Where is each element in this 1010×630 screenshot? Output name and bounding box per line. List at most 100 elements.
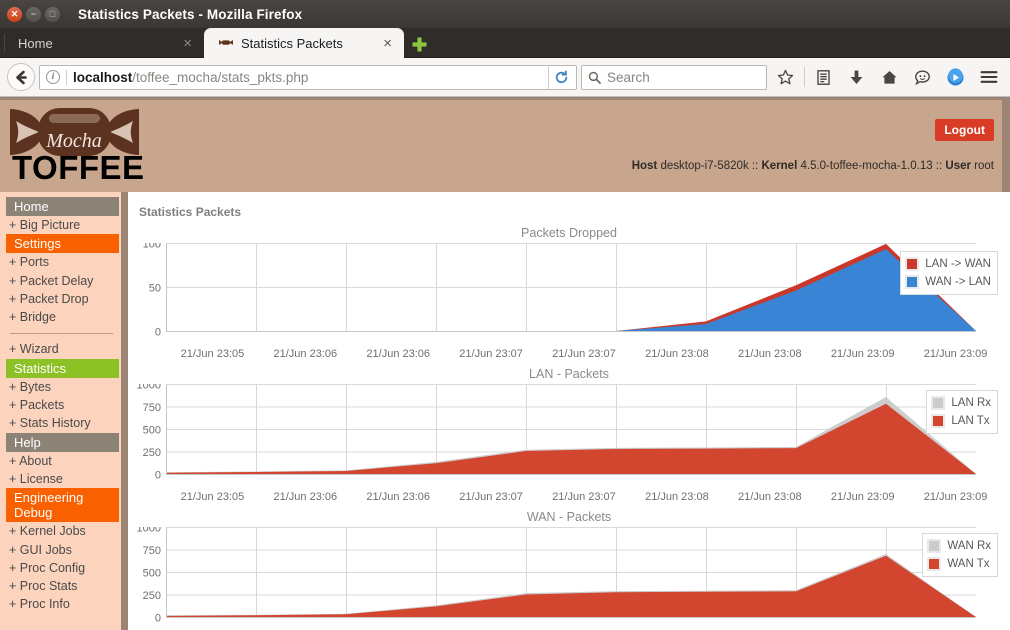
new-tab-button[interactable] <box>404 30 434 58</box>
tab-home[interactable]: Home × <box>4 28 204 58</box>
sidebar-item-proc-config[interactable]: + Proc Config <box>0 559 121 577</box>
window-titlebar: ✕ − □ Statistics Packets - Mozilla Firef… <box>0 0 1010 28</box>
host-info-line: Host desktop-i7-5820k :: Kernel 4.5.0-to… <box>632 160 994 172</box>
sidebar-item-proc-info[interactable]: + Proc Info <box>0 595 121 613</box>
window-maximize-icon[interactable]: □ <box>45 6 60 22</box>
logout-button[interactable]: Logout <box>935 119 994 141</box>
x-tick-label: 21/Jun 23:07 <box>552 348 616 360</box>
svg-text:0: 0 <box>155 613 161 625</box>
legend-entry[interactable]: WAN Rx <box>927 537 991 555</box>
search-icon <box>588 71 601 84</box>
svg-text:750: 750 <box>143 402 161 414</box>
page-body: Home + Big Picture Settings + Ports + Packet… <box>0 192 1010 630</box>
tab-label: Statistics Packets <box>241 35 343 51</box>
search-bar[interactable]: Search <box>581 64 767 90</box>
window-minimize-icon[interactable]: − <box>26 6 41 22</box>
chart-lan-packets: LAN - Packets 0 250 500 750 1000 21/Jun 23:05 2… <box>136 367 1002 503</box>
charts-container: Packets Dropped 0 50 100 21/Jun 23:05 21/Jun … <box>136 226 1002 630</box>
menu-icon[interactable] <box>974 63 1003 91</box>
downloads-icon[interactable] <box>842 63 871 91</box>
back-button-icon[interactable] <box>7 63 35 91</box>
chart-legend: LAN Rx LAN Tx <box>926 390 998 434</box>
sidebar-item-license[interactable]: + License <box>0 470 121 488</box>
x-tick-label: 21/Jun 23:05 <box>180 348 245 360</box>
reload-icon[interactable] <box>548 64 574 90</box>
chart-legend: LAN -> WAN WAN -> LAN <box>900 251 998 295</box>
logo-wordmark: TOFFEE <box>12 149 145 186</box>
sidebar-navigation: Home + Big Picture Settings + Ports + Packet… <box>0 192 128 630</box>
url-divider <box>66 69 67 85</box>
main-content: Statistics Packets Packets Dropped 0 50 100… <box>128 192 1010 630</box>
legend-swatch-icon <box>927 539 942 553</box>
sidebar-item-ports[interactable]: + Ports <box>0 253 121 271</box>
page-title: Statistics Packets <box>139 205 242 219</box>
toolbar-divider <box>804 67 805 87</box>
x-axis-ticks: 21/Jun 23:05 21/Jun 23:06 21/Jun 23:06 21/J… <box>166 491 1002 503</box>
toffee-logo: Mocha TOFFEE <box>8 107 144 187</box>
sidebar-item-wizard[interactable]: + Wizard <box>0 340 121 358</box>
x-tick-label: 21/Jun 23:06 <box>273 491 338 503</box>
sidebar-item-kernel-jobs[interactable]: + Kernel Jobs <box>0 522 121 540</box>
sidebar-item-packets[interactable]: + Packets <box>0 396 121 414</box>
svg-text:1000: 1000 <box>137 384 161 392</box>
tab-close-icon[interactable]: × <box>379 36 396 51</box>
sidebar-item-about[interactable]: + About <box>0 452 121 470</box>
legend-entry[interactable]: LAN Tx <box>931 412 991 430</box>
firefox-window: ✕ − □ Statistics Packets - Mozilla Firef… <box>0 0 1010 630</box>
x-tick-label: 21/Jun 23:08 <box>737 491 802 503</box>
sidebar-item-bridge[interactable]: + Bridge <box>0 308 121 326</box>
legend-swatch-icon <box>931 414 946 428</box>
x-tick-label: 21/Jun 23:09 <box>830 348 895 360</box>
tab-statistics-packets[interactable]: Statistics Packets × <box>204 28 404 58</box>
host-value: desktop-i7-5820k <box>660 160 749 172</box>
legend-swatch-icon <box>927 557 942 571</box>
svg-text:50: 50 <box>149 283 161 295</box>
sidebar-section-engineering-debug: Engineering Debug <box>6 488 119 523</box>
chart-plot: 0 250 500 750 1000 <box>137 527 976 625</box>
x-tick-label: 21/Jun 23:09 <box>830 491 895 503</box>
svg-text:750: 750 <box>143 545 161 557</box>
bookmark-star-icon[interactable] <box>771 63 800 91</box>
site-header: Mocha TOFFEE Logout Host desktop-i7-5820… <box>0 97 1010 192</box>
chart-title: WAN - Packets <box>526 510 612 524</box>
home-icon[interactable] <box>875 63 904 91</box>
x-tick-label: 21/Jun 23:09 <box>923 348 988 360</box>
tab-close-icon[interactable]: × <box>179 36 196 51</box>
window-close-icon[interactable]: ✕ <box>7 6 22 22</box>
site-info-icon[interactable]: i <box>46 70 60 84</box>
library-icon[interactable] <box>809 63 838 91</box>
legend-label: LAN Tx <box>951 415 990 427</box>
sidebar-item-packet-delay[interactable]: + Packet Delay <box>0 272 121 290</box>
x-tick-label: 21/Jun 23:06 <box>366 348 431 360</box>
sep-2: :: <box>932 160 946 172</box>
x-tick-label: 21/Jun 23:06 <box>273 348 338 360</box>
legend-entry[interactable]: LAN -> WAN <box>905 255 991 273</box>
sidebar-item-proc-stats[interactable]: + Proc Stats <box>0 577 121 595</box>
tab-strip: Home × Statistics Packets × <box>0 28 1010 58</box>
window-controls: ✕ − □ <box>7 6 60 22</box>
sidebar-item-stats-history[interactable]: + Stats History <box>0 414 121 432</box>
sidebar-item-big-picture[interactable]: + Big Picture <box>0 216 121 234</box>
sync-icon[interactable] <box>941 63 970 91</box>
legend-entry[interactable]: WAN -> LAN <box>905 273 991 291</box>
svg-text:500: 500 <box>143 425 161 437</box>
sidebar-item-gui-jobs[interactable]: + GUI Jobs <box>0 541 121 559</box>
sidebar-item-packet-drop[interactable]: + Packet Drop <box>0 290 121 308</box>
tab-label: Home <box>18 35 53 51</box>
url-bar[interactable]: i localhost/toffee_mocha/stats_pkts.php <box>39 64 577 90</box>
kernel-value: 4.5.0-toffee-mocha-1.0.13 <box>800 160 933 172</box>
chat-icon[interactable] <box>908 63 937 91</box>
svg-text:0: 0 <box>155 470 161 482</box>
legend-label: LAN -> WAN <box>925 258 991 270</box>
page-viewport: Mocha TOFFEE Logout Host desktop-i7-5820… <box>0 97 1010 630</box>
search-placeholder: Search <box>607 69 650 85</box>
user-value: root <box>974 160 994 172</box>
chart-legend: WAN Rx WAN Tx <box>922 533 998 577</box>
sidebar-section-help: Help <box>6 432 119 452</box>
x-tick-label: 21/Jun 23:07 <box>552 491 616 503</box>
user-label: User <box>945 160 971 172</box>
legend-entry[interactable]: LAN Rx <box>931 394 991 412</box>
legend-entry[interactable]: WAN Tx <box>927 555 991 573</box>
sidebar-item-bytes[interactable]: + Bytes <box>0 378 121 396</box>
url-text: localhost/toffee_mocha/stats_pkts.php <box>73 70 548 85</box>
